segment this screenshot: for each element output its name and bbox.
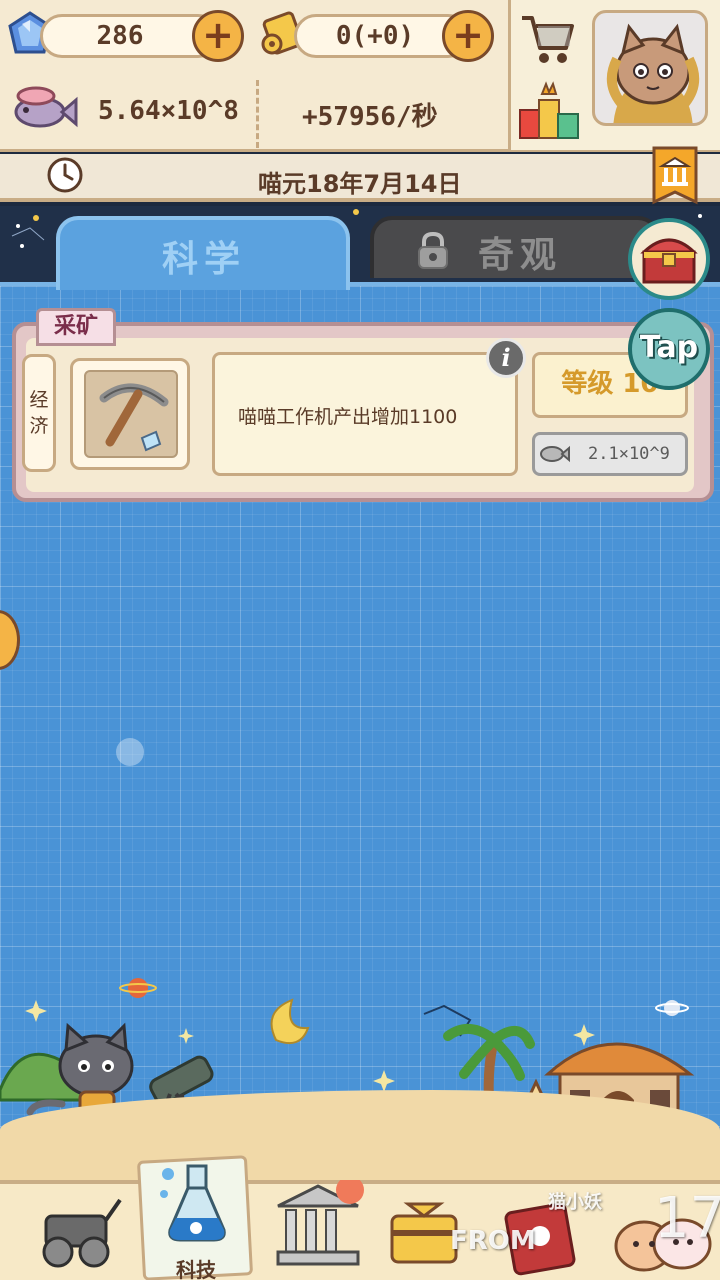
header-divider <box>256 80 259 148</box>
pickaxe-icon <box>84 370 178 458</box>
fish-total: 5.64×10^8 <box>98 96 239 126</box>
tap-button[interactable]: Tap <box>628 308 710 390</box>
economy-side-tab[interactable]: 经 济 <box>22 354 56 472</box>
info-button[interactable]: i <box>486 338 526 378</box>
economy-side-label-2: 济 <box>29 415 49 437</box>
museum-banner-icon[interactable] <box>652 146 698 212</box>
add-gems-button[interactable]: + <box>192 10 244 62</box>
economy-side-label-1: 经 <box>29 389 49 411</box>
treasure-chest-button[interactable] <box>628 218 710 300</box>
scroll-count: 0(+0) <box>335 21 415 51</box>
add-scrolls-button[interactable]: + <box>442 10 494 62</box>
gem-count: 286 <box>96 21 144 51</box>
upgrade-cost: 2.1×10^9 <box>588 444 670 464</box>
watermark-from: FROM <box>450 1226 536 1256</box>
cart-nav-button[interactable] <box>26 1186 126 1276</box>
fish-icon <box>10 82 78 138</box>
clock-icon <box>46 156 84 194</box>
player-avatar[interactable] <box>592 10 708 126</box>
potion-flask-icon <box>160 1160 234 1246</box>
bubble <box>116 738 144 766</box>
tab-science-label: 科学 <box>162 239 247 280</box>
watermark-name: 猫小妖 <box>548 1192 602 1213</box>
sand-ground <box>0 1090 720 1190</box>
leaderboard-podium-icon[interactable] <box>516 80 582 142</box>
temple-nav-button[interactable] <box>268 1176 368 1272</box>
tech-nav-label: 科技 <box>176 1258 216 1280</box>
tab-wonders-label: 奇观 <box>478 235 563 276</box>
category-tag: 采矿 <box>36 308 116 346</box>
watermark-number: 17 <box>654 1186 720 1251</box>
game-date: 喵元18年7月14日 <box>258 170 462 198</box>
fish-rate: +57956/秒 <box>302 102 438 132</box>
fish-cost-icon <box>538 440 570 468</box>
upgrade-description: 喵喵工作机产出增加1100 <box>238 406 458 428</box>
lock-icon <box>414 230 452 270</box>
shop-cart-icon[interactable] <box>518 10 578 66</box>
